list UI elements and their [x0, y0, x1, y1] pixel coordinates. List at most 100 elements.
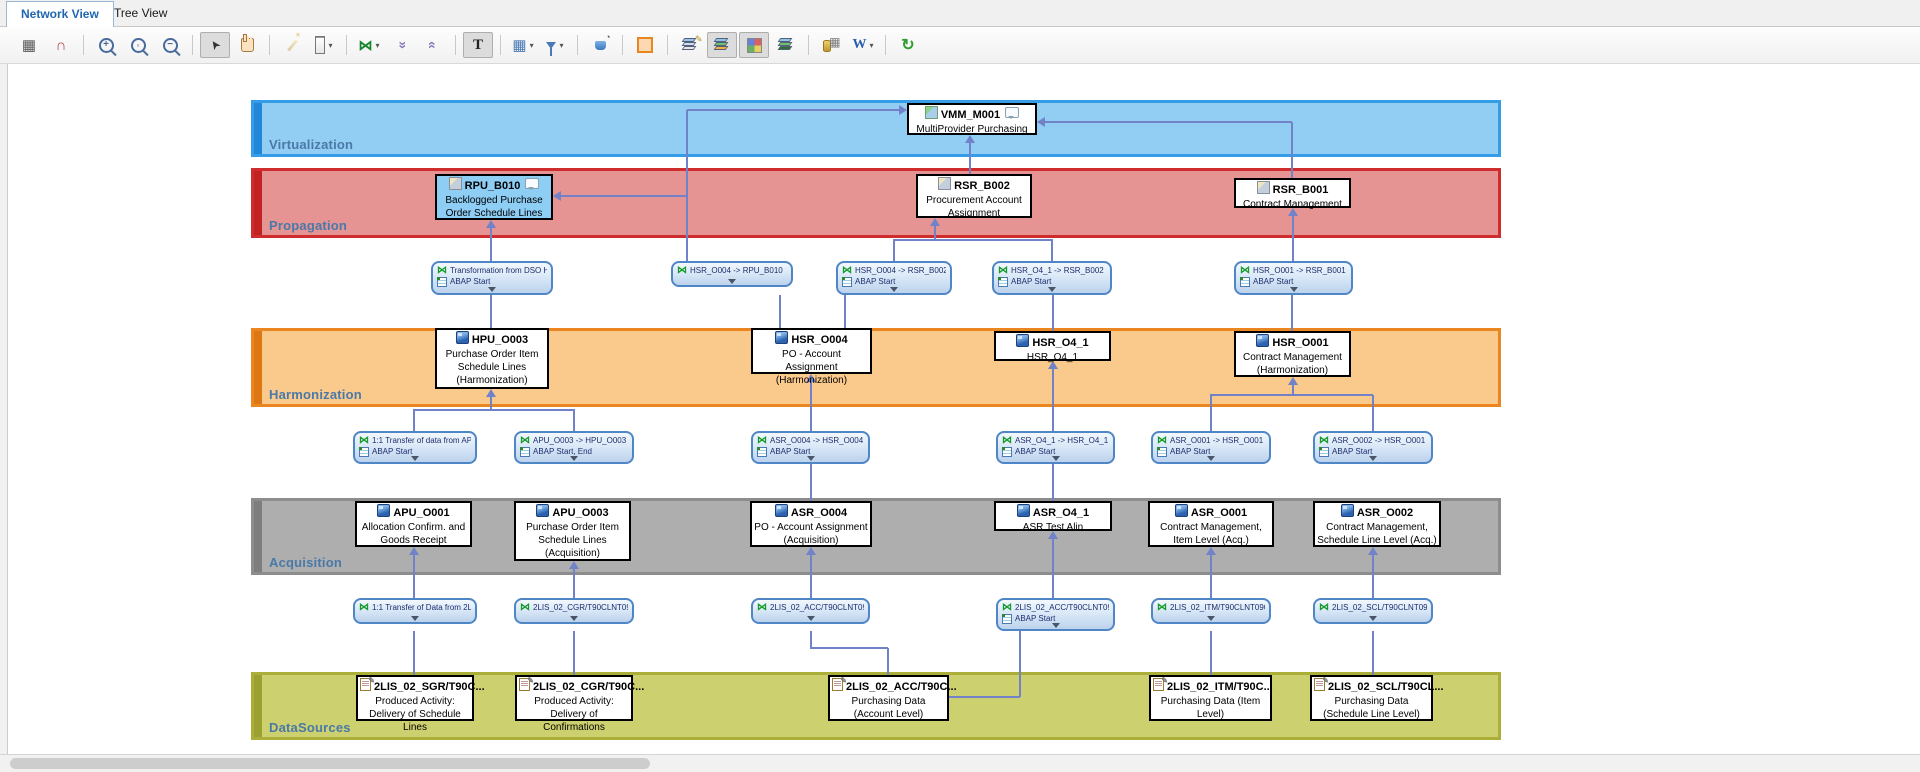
transform-t3b[interactable]: 2LIS_02_CGR/T90CLNT090 ->... — [514, 598, 634, 624]
tab-network-view[interactable]: Network View — [6, 1, 114, 28]
node-rpu-b010[interactable]: RPU_B010 Backlogged Purchase Order Sched… — [435, 174, 553, 220]
transform-t2b[interactable]: APU_O003 -> HPU_O003 ABAP Start, End — [514, 431, 634, 464]
node-apu-o003[interactable]: APU_O003 Purchase Order Item Schedule Li… — [514, 501, 631, 561]
zoom-in-button[interactable] — [91, 32, 121, 58]
node-ds-2lis-02-cgr[interactable]: 2LIS_02_CGR/T90C... Produced Activity: D… — [515, 675, 633, 721]
transform-title: 2LIS_02_ACC/T90CLNT090 ->... — [1015, 602, 1109, 613]
comment-icon[interactable] — [525, 178, 539, 189]
node-ds-2lis-02-sgr[interactable]: 2LIS_02_SGR/T90C... Produced Activity: D… — [356, 675, 474, 721]
expand-chevron-icon[interactable] — [1052, 623, 1060, 628]
connector — [1210, 395, 1212, 431]
comment-icon[interactable] — [1005, 107, 1019, 118]
transform-t1e[interactable]: HSR_O001 -> RSR_B001 ABAP Start — [1234, 261, 1353, 295]
connector — [1372, 555, 1374, 598]
node-asr-o4-1[interactable]: ASR_O4_1 ASR Test Alin — [994, 501, 1112, 531]
node-asr-o004[interactable]: ASR_O004 PO - Account Assignment (Acquis… — [750, 501, 872, 547]
zoom-out-button[interactable] — [155, 32, 185, 58]
transform-t1a[interactable]: Transformation from DSO HP... ABAP Start — [431, 261, 553, 295]
dropdown-caret-icon[interactable] — [530, 41, 534, 50]
refresh-button[interactable] — [893, 32, 923, 58]
layers-export-button[interactable] — [771, 32, 801, 58]
transform-t3f[interactable]: 2LIS_02_SCL/T90CLNT090 ->... — [1313, 598, 1433, 624]
dropdown-caret-icon[interactable] — [559, 41, 563, 50]
connector — [1210, 555, 1212, 598]
node-hsr-o4-1[interactable]: HSR_O4_1 HSR_O4_1 — [994, 331, 1111, 361]
filter-button[interactable] — [540, 32, 570, 58]
node-ds-2lis-02-itm[interactable]: 2LIS_02_ITM/T90C... Purchasing Data (Ite… — [1149, 675, 1272, 721]
tab-tree-view[interactable]: Tree View — [100, 1, 181, 26]
transform-t2a[interactable]: 1:1 Transfer of data from APU... ABAP St… — [353, 431, 477, 464]
layers-color-button[interactable] — [707, 32, 737, 58]
note-icon — [637, 37, 653, 53]
dropdown-caret-icon[interactable] — [869, 41, 873, 50]
expand-chevron-icon[interactable] — [1048, 287, 1056, 292]
word-export-button[interactable] — [848, 32, 878, 58]
expand-chevron-icon[interactable] — [807, 616, 815, 621]
transform-title: HSR_O4_1 -> RSR_B002 — [1011, 265, 1104, 276]
table-search-button[interactable] — [508, 32, 538, 58]
horizontal-scrollbar[interactable] — [0, 754, 1920, 772]
text-mode-button[interactable] — [463, 32, 493, 58]
node-desc: PO - Account Assignment (Harmonization) — [755, 348, 868, 387]
transform-t2d[interactable]: ASR_O4_1 -> HSR_O4_1 ABAP Start — [996, 431, 1115, 464]
transformation-icon — [757, 435, 767, 446]
pan-button[interactable] — [232, 32, 262, 58]
db-table-button[interactable] — [816, 32, 846, 58]
transform-t2e[interactable]: ASR_O001 -> HSR_O001 ABAP Start — [1151, 431, 1271, 464]
expand-chevron-icon[interactable] — [728, 279, 736, 284]
transform-t3e[interactable]: 2LIS_02_ITM/T90CLNT090 ->... — [1151, 598, 1271, 624]
transform-t1d[interactable]: HSR_O4_1 -> RSR_B002 ABAP Start — [992, 261, 1112, 295]
collapse-all-button[interactable] — [418, 32, 448, 58]
node-hpu-o003[interactable]: HPU_O003 Purchase Order Item Schedule Li… — [435, 328, 549, 389]
transform-t3c[interactable]: 2LIS_02_ACC/T90CLNT090 ->... — [751, 598, 870, 624]
dropdown-caret-icon[interactable] — [375, 41, 379, 50]
node-hsr-o001[interactable]: HSR_O001 Contract Management (Harmonizat… — [1234, 331, 1351, 377]
expand-chevron-icon[interactable] — [1369, 616, 1377, 621]
expand-chevron-icon[interactable] — [1290, 287, 1298, 292]
expand-chevron-icon[interactable] — [1052, 456, 1060, 461]
expand-chevron-icon[interactable] — [570, 456, 578, 461]
note-button[interactable] — [630, 32, 660, 58]
node-rsr-b002[interactable]: RSR_B002 Procurement Account Assignment — [916, 174, 1032, 218]
node-id: APU_O001 — [393, 507, 449, 519]
node-asr-o002[interactable]: ASR_O002 Contract Management, Schedule L… — [1313, 501, 1441, 547]
grid-button[interactable] — [14, 32, 44, 58]
watch-button[interactable] — [585, 32, 615, 58]
expand-all-button[interactable] — [386, 32, 416, 58]
dropdown-caret-icon[interactable] — [328, 41, 332, 50]
transform-t2f[interactable]: ASR_O002 -> HSR_O001 ABAP Start — [1313, 431, 1433, 464]
abap-label: ABAP Start — [1253, 276, 1293, 287]
expand-chevron-icon[interactable] — [411, 616, 419, 621]
transform-t1c[interactable]: HSR_O004 -> RSR_B002 ABAP Start — [836, 261, 952, 295]
expand-chevron-icon[interactable] — [807, 456, 815, 461]
expand-chevron-icon[interactable] — [1207, 616, 1215, 621]
transform-t3d[interactable]: 2LIS_02_ACC/T90CLNT090 ->... ABAP Start — [996, 598, 1115, 631]
connector — [1372, 395, 1374, 431]
swimlane-button[interactable] — [309, 32, 339, 58]
expand-chevron-icon[interactable] — [890, 287, 898, 292]
expand-chevron-icon[interactable] — [570, 616, 578, 621]
lane-label: Acquisition — [269, 555, 342, 570]
expand-chevron-icon[interactable] — [488, 287, 496, 292]
layers-edit-button[interactable] — [675, 32, 705, 58]
expand-chevron-icon[interactable] — [1369, 456, 1377, 461]
magic-wand-button[interactable] — [277, 32, 307, 58]
snap-button[interactable] — [46, 32, 76, 58]
node-apu-o001[interactable]: APU_O001 Allocation Confirm. and Goods R… — [355, 501, 472, 547]
zoom-fit-button[interactable] — [123, 32, 153, 58]
node-vmm-m001[interactable]: VMM_M001 MultiProvider Purchasing — [907, 103, 1037, 135]
scrollbar-thumb[interactable] — [10, 758, 650, 769]
expand-chevron-icon[interactable] — [1207, 456, 1215, 461]
node-ds-2lis-02-scl[interactable]: 2LIS_02_SCL/T90CL... Purchasing Data (Sc… — [1310, 675, 1433, 721]
transform-t2c[interactable]: ASR_O004 -> HSR_O004 ABAP Start — [751, 431, 870, 464]
node-asr-o001[interactable]: ASR_O001 Contract Management, Item Level… — [1148, 501, 1274, 547]
palette-button[interactable] — [739, 32, 769, 58]
node-ds-2lis-02-acc[interactable]: 2LIS_02_ACC/T90C... Purchasing Data (Acc… — [828, 675, 949, 721]
expand-chevron-icon[interactable] — [411, 456, 419, 461]
transform-t3a[interactable]: 1:1 Transfer of Data from 2LIS... — [353, 598, 477, 624]
transform-t1b[interactable]: HSR_O004 -> RPU_B010 — [671, 261, 793, 287]
node-hsr-o004[interactable]: HSR_O004 PO - Account Assignment (Harmon… — [751, 328, 872, 374]
pointer-button[interactable] — [200, 32, 230, 58]
transformation-button[interactable] — [354, 32, 384, 58]
node-rsr-b001[interactable]: RSR_B001 Contract Management — [1234, 178, 1351, 208]
